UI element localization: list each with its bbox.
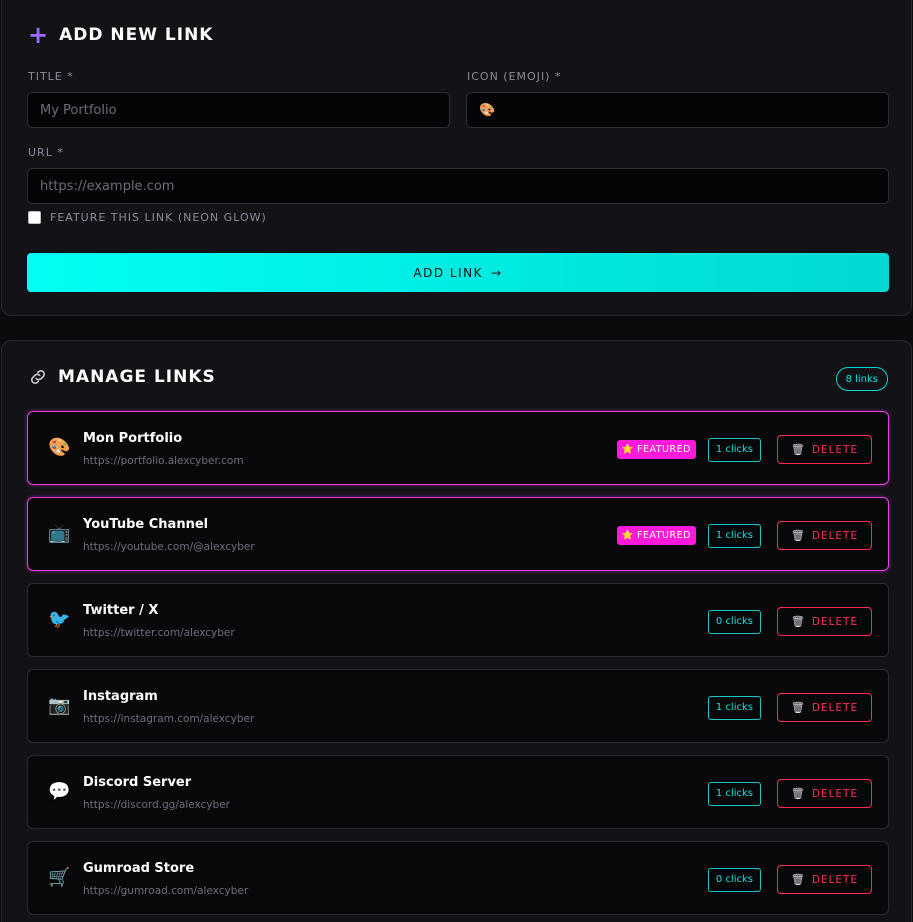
delete-button[interactable]: 🗑 DELETE <box>777 693 872 722</box>
delete-button-label: DELETE <box>811 529 859 542</box>
trash-icon: 🗑 <box>790 529 806 542</box>
feature-checkbox-label: FEATURE THIS LINK (NEON GLOW) <box>50 211 267 224</box>
link-url: https://portfolio.alexcyber.com <box>83 455 244 467</box>
clicks-badge: 0 clicks <box>707 867 761 892</box>
trash-icon: 🗑 <box>790 701 806 714</box>
plus-icon: + <box>28 21 50 49</box>
link-url: https://gumroad.com/alexcyber <box>83 885 249 897</box>
trash-icon: 🗑 <box>790 443 806 456</box>
add-link-title: ADD NEW LINK <box>59 25 214 45</box>
link-actions: 0 clicks 🗑 DELETE <box>707 607 872 636</box>
link-count-badge: 8 links <box>835 367 888 391</box>
link-item: 💬 Discord Server https://discord.gg/alexcy… <box>27 755 889 829</box>
link-emoji-icon: 🐦 <box>48 609 71 630</box>
link-url: https://discord.gg/alexcyber <box>83 799 230 811</box>
link-emoji-icon: 🛒 <box>48 867 71 888</box>
add-link-heading: + ADD NEW LINK <box>28 23 213 47</box>
delete-button-label: DELETE <box>811 443 859 456</box>
link-title: YouTube Channel <box>83 517 209 532</box>
link-emoji-icon: 🎨 <box>48 437 71 458</box>
trash-icon: 🗑 <box>790 873 806 886</box>
link-icon <box>31 370 45 384</box>
delete-button[interactable]: 🗑 DELETE <box>777 607 872 636</box>
delete-button-label: DELETE <box>811 615 859 628</box>
clicks-badge: 1 clicks <box>707 781 761 806</box>
featured-badge-label: FEATURED <box>636 530 691 541</box>
link-title: Mon Portfolio <box>83 431 183 446</box>
add-link-button-label: ADD LINK <box>413 265 483 280</box>
link-emoji-icon: 💬 <box>48 781 71 802</box>
link-item: 🎨 Mon Portfolio https://portfolio.alexcybe… <box>27 411 889 485</box>
link-list: 🎨 Mon Portfolio https://portfolio.alexcybe… <box>27 411 889 922</box>
link-url: https://instagram.com/alexcyber <box>83 713 255 725</box>
link-url: https://youtube.com/@alexcyber <box>83 541 255 553</box>
title-field-label: TITLE * <box>28 70 74 83</box>
clicks-badge: 1 clicks <box>707 437 761 462</box>
delete-button[interactable]: 🗑 DELETE <box>777 521 872 550</box>
delete-button-label: DELETE <box>811 701 859 714</box>
title-input[interactable] <box>27 92 450 128</box>
url-field-label: URL * <box>28 146 64 159</box>
feature-checkbox-row[interactable]: FEATURE THIS LINK (NEON GLOW) <box>28 211 267 224</box>
link-item: 📺 YouTube Channel https://youtube.com/@ale… <box>27 497 889 571</box>
add-link-button[interactable]: ADD LINK → <box>27 253 889 292</box>
delete-button-label: DELETE <box>811 873 859 886</box>
icon-field-label: ICON (EMOJI) * <box>467 70 562 83</box>
star-icon: ⭐ <box>621 444 634 455</box>
arrow-right-icon: → <box>491 265 503 280</box>
icon-input[interactable] <box>466 92 889 128</box>
featured-badge-label: FEATURED <box>636 444 691 455</box>
url-input[interactable] <box>27 168 889 204</box>
link-item: 🐦 Twitter / X https://twitter.com/alexcybe… <box>27 583 889 657</box>
link-actions: 1 clicks 🗑 DELETE <box>707 693 872 722</box>
link-actions: 0 clicks 🗑 DELETE <box>707 865 872 894</box>
manage-links-heading: MANAGE LINKS <box>28 367 216 387</box>
link-title: Twitter / X <box>83 603 159 618</box>
clicks-badge: 1 clicks <box>707 695 761 720</box>
manage-links-title: MANAGE LINKS <box>58 367 216 387</box>
link-title: Instagram <box>83 689 158 704</box>
delete-button-label: DELETE <box>811 787 859 800</box>
star-icon: ⭐ <box>621 530 634 541</box>
clicks-badge: 0 clicks <box>707 609 761 634</box>
link-item: 🛒 Gumroad Store https://gumroad.com/alexcy… <box>27 841 889 915</box>
link-actions: 1 clicks 🗑 DELETE <box>707 779 872 808</box>
link-actions: ⭐ FEATURED 1 clicks 🗑 DELETE <box>616 435 872 464</box>
delete-button[interactable]: 🗑 DELETE <box>777 435 872 464</box>
delete-button[interactable]: 🗑 DELETE <box>777 779 872 808</box>
manage-links-panel: MANAGE LINKS 8 links 🎨 Mon Portfolio https… <box>1 340 912 922</box>
link-emoji-icon: 📷 <box>48 695 71 716</box>
link-title: Gumroad Store <box>83 861 195 876</box>
link-title: Discord Server <box>83 775 192 790</box>
delete-button[interactable]: 🗑 DELETE <box>777 865 872 894</box>
featured-badge: ⭐ FEATURED <box>616 440 696 459</box>
trash-icon: 🗑 <box>790 787 806 800</box>
link-actions: ⭐ FEATURED 1 clicks 🗑 DELETE <box>616 521 872 550</box>
trash-icon: 🗑 <box>790 615 806 628</box>
link-emoji-icon: 📺 <box>48 523 71 544</box>
clicks-badge: 1 clicks <box>707 523 761 548</box>
add-link-panel: + ADD NEW LINK TITLE * ICON (EMOJI) * UR… <box>1 0 912 316</box>
featured-badge: ⭐ FEATURED <box>616 526 696 545</box>
link-url: https://twitter.com/alexcyber <box>83 627 235 639</box>
feature-checkbox[interactable] <box>28 211 41 224</box>
link-item: 📷 Instagram https://instagram.com/alexcybe… <box>27 669 889 743</box>
